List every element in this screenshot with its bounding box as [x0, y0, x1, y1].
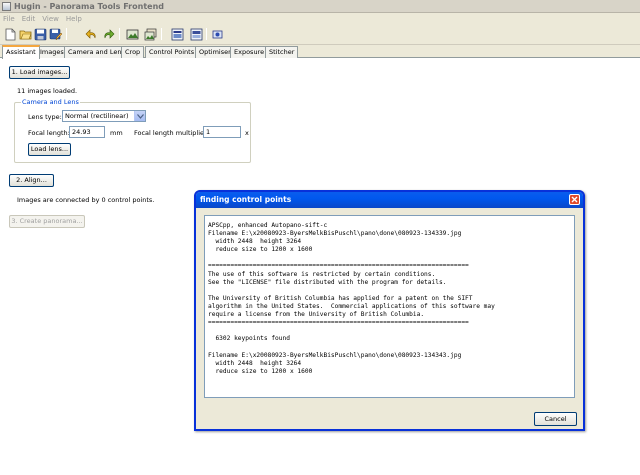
multiplier-unit: x — [245, 129, 249, 137]
align-button[interactable]: 2. Align... — [9, 174, 54, 187]
camera-and-lens-legend: Camera and Lens — [21, 98, 80, 106]
window-title: Hugin - Panorama Tools Frontend — [14, 1, 164, 11]
new-icon[interactable] — [3, 27, 17, 41]
focal-length-multiplier-label: Focal length multiplier: — [134, 129, 209, 137]
menu-edit[interactable]: Edit — [22, 15, 36, 23]
log-line: The use of this software is restricted b… — [208, 270, 436, 278]
focal-length-unit: mm — [110, 129, 123, 137]
images-loaded-text: 11 images loaded. — [17, 87, 78, 95]
log-output: APSCpp, enhanced Autopano-sift-c Filename… — [204, 215, 575, 398]
tab-images[interactable]: Images — [36, 46, 68, 58]
save-as-icon[interactable] — [48, 27, 62, 41]
log-line: See the "LICENSE" file distributed with … — [208, 278, 447, 286]
create-panorama-button[interactable]: 3. Create panorama... — [9, 215, 85, 228]
dialog-title: finding control points — [200, 195, 292, 204]
preview-icon[interactable] — [170, 27, 184, 41]
control-points-status: Images are connected by 0 control points… — [17, 196, 155, 204]
lens-type-value: Normal (rectilinear) — [65, 112, 129, 120]
finding-control-points-dialog: finding control points APSCpp, enhanced … — [194, 190, 585, 431]
window-titlebar: Hugin - Panorama Tools Frontend — [0, 0, 640, 13]
tab-crop[interactable]: Crop — [121, 46, 145, 58]
redo-icon[interactable] — [101, 27, 115, 41]
log-line: ========================================… — [208, 319, 469, 327]
tab-stitcher[interactable]: Stitcher — [265, 46, 299, 58]
tab-exposure[interactable]: Exposure — [230, 46, 269, 58]
lens-type-label: Lens type: — [28, 113, 62, 121]
toolbar — [0, 24, 640, 45]
menu-file[interactable]: File — [3, 15, 15, 23]
log-line: reduce size to 1200 x 1600 — [208, 246, 313, 254]
menu-view[interactable]: View — [42, 15, 59, 23]
log-line: The University of British Columbia has a… — [208, 294, 473, 302]
log-line: ========================================… — [208, 262, 469, 270]
focal-length-label: Focal length: — [28, 129, 70, 137]
lens-type-select[interactable]: Normal (rectilinear) — [62, 110, 146, 122]
log-line: algorithm in the United States. Commerci… — [208, 302, 495, 310]
open-icon[interactable] — [18, 27, 32, 41]
undo-icon[interactable] — [84, 27, 98, 41]
optimize-icon[interactable] — [210, 27, 224, 41]
close-icon[interactable] — [569, 194, 580, 205]
load-images-button[interactable]: 1. Load images... — [9, 66, 70, 79]
log-line: Filename E:\x20080923-ByersMelkBisPuschl… — [208, 351, 462, 359]
menu-bar: File Edit View Help — [0, 13, 640, 24]
cancel-button[interactable]: Cancel — [534, 412, 577, 426]
log-line: 6302 keypoints found — [208, 335, 290, 343]
tab-optimiser[interactable]: Optimiser — [195, 46, 235, 58]
log-line: width 2448 height 3264 — [208, 359, 302, 367]
fast-preview-icon[interactable] — [189, 27, 203, 41]
log-line: width 2448 height 3264 — [208, 238, 302, 246]
add-images-icon[interactable] — [125, 27, 139, 41]
log-line: reduce size to 1200 x 1600 — [208, 367, 313, 375]
hugin-app-icon — [2, 1, 11, 11]
log-line: Filename E:\x20080923-ByersMelkBisPuschl… — [208, 230, 462, 238]
tab-strip: Assistant Images Camera and Lens Crop Co… — [0, 45, 640, 59]
chevron-down-icon[interactable] — [134, 111, 145, 121]
menu-help[interactable]: Help — [66, 15, 82, 23]
tab-assistant[interactable]: Assistant — [2, 45, 40, 59]
dialog-titlebar: finding control points — [196, 192, 583, 208]
load-lens-button[interactable]: Load lens... — [28, 143, 71, 156]
add-time-series-icon[interactable] — [143, 27, 157, 41]
tab-camera-and-lens[interactable]: Camera and Lens — [64, 46, 129, 58]
log-line: require a license from the University of… — [208, 311, 425, 319]
focal-length-multiplier-input[interactable]: 1 — [203, 126, 241, 138]
focal-length-input[interactable]: 24.93 — [69, 126, 105, 138]
save-icon[interactable] — [33, 27, 47, 41]
log-line: APSCpp, enhanced Autopano-sift-c — [208, 222, 328, 229]
tab-control-points[interactable]: Control Points — [145, 46, 199, 58]
